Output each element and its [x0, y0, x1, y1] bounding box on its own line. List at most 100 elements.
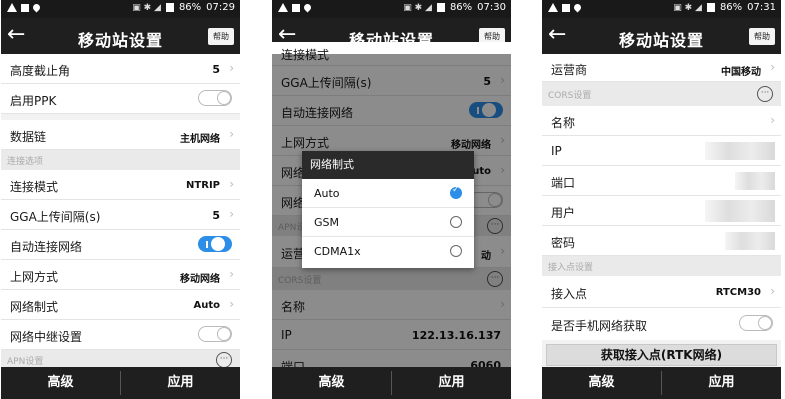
mountpoint-row[interactable]: 接入点 RTCM30 ›	[542, 276, 781, 308]
phone-screen-2: ▣ ✱ ◢ 86% 07:30 ← 移动站设置 帮助 连接模式 GGA上传间隔(s)…	[272, 0, 511, 399]
option-cdma1x[interactable]: CDMA1x	[302, 237, 474, 266]
network-format-dialog: 网络制式 Auto GSM CDMA1x	[302, 151, 474, 268]
redacted-value	[735, 172, 775, 190]
battery-icon	[165, 3, 174, 12]
row-value: RTCM30	[715, 287, 761, 298]
advanced-button[interactable]: 高级	[272, 367, 391, 399]
option-gsm[interactable]: GSM	[302, 208, 474, 237]
port-row[interactable]: 端口	[542, 166, 781, 196]
chevron-right-icon: ›	[229, 177, 234, 191]
row-value: 5	[212, 209, 220, 222]
elevation-mask-row[interactable]: 高度截止角 5 ›	[1, 54, 240, 84]
chevron-right-icon: ›	[770, 113, 775, 127]
row-label: 名称	[551, 116, 576, 130]
ip-row[interactable]: IP	[542, 136, 781, 166]
page-title: 移动站设置	[618, 31, 704, 50]
chevron-right-icon: ›	[229, 207, 234, 221]
clock: 07:29	[206, 2, 235, 13]
row-value: NTRIP	[186, 180, 220, 191]
network-relay-row: 网络中继设置	[1, 320, 240, 350]
clock: 07:30	[477, 2, 506, 13]
phone-network-row: 是否手机网络获取	[542, 308, 781, 340]
location-icon	[302, 2, 313, 13]
enable-ppk-row: 启用PPK	[1, 84, 240, 114]
signal-icons: ▣ ✱ ◢	[673, 2, 702, 13]
more-options-icon[interactable]: ···	[216, 352, 232, 368]
gga-interval-row[interactable]: GGA上传间隔(s) 5 ›	[1, 200, 240, 230]
status-bar: ▣ ✱ ◢ 86% 07:31	[542, 0, 781, 18]
chevron-right-icon: ›	[229, 297, 234, 311]
radio-unchecked-icon[interactable]	[450, 216, 462, 228]
get-mountpoint-button[interactable]: 获取接入点(RTK网络)	[546, 344, 777, 366]
chevron-right-icon: ›	[770, 284, 775, 298]
notification-icon	[21, 3, 29, 12]
password-row[interactable]: 密码	[542, 226, 781, 256]
apply-button[interactable]: 应用	[662, 367, 781, 399]
page-title: 移动站设置	[77, 31, 163, 50]
notification-icon	[562, 3, 570, 12]
bottom-bar: 高级 应用	[272, 367, 511, 399]
row-label: 数据链	[10, 130, 47, 144]
phone-screen-1: ▣ ✱ ◢ 86% 07:29 ← 移动站设置 帮助 高度截止角 5 › 启用PPK…	[1, 0, 240, 399]
row-label: 接入点	[551, 287, 588, 301]
notification-icon	[292, 3, 300, 12]
section-header: CORS设置 ···	[542, 82, 781, 106]
row-label: 用户	[551, 206, 576, 220]
row-value: 主机网络	[180, 134, 220, 145]
row-label: 高度截止角	[10, 64, 71, 78]
row-value: 5	[212, 63, 220, 76]
section-header: 接入点设置	[542, 256, 781, 276]
row-label: 密码	[551, 236, 576, 250]
section-header: 连接选项	[1, 150, 240, 170]
clock: 07:31	[747, 2, 776, 13]
apply-button[interactable]: 应用	[392, 367, 511, 399]
row-label: 是否手机网络获取	[551, 319, 648, 333]
advanced-button[interactable]: 高级	[542, 367, 661, 399]
title-bar: ← 移动站设置 帮助	[542, 18, 781, 54]
location-icon	[572, 2, 583, 13]
operator-row[interactable]: 运营商 中国移动 ›	[542, 54, 781, 82]
user-row[interactable]: 用户	[542, 196, 781, 226]
datalink-row[interactable]: 数据链 主机网络 ›	[1, 120, 240, 150]
more-options-icon[interactable]: ···	[757, 86, 773, 102]
dialog-title: 网络制式	[302, 151, 474, 179]
chevron-right-icon: ›	[770, 60, 775, 74]
signal-icons: ▣ ✱ ◢	[132, 2, 161, 13]
status-bar: ▣ ✱ ◢ 86% 07:30	[272, 0, 511, 18]
radio-checked-icon[interactable]	[450, 185, 462, 199]
row-label: 连接模式	[10, 180, 59, 194]
auto-connect-row: 自动连接网络	[1, 230, 240, 260]
warning-icon	[278, 3, 288, 12]
battery-icon	[706, 3, 715, 12]
help-button[interactable]: 帮助	[208, 28, 234, 45]
chevron-right-icon: ›	[229, 127, 234, 141]
conn-mode-row[interactable]: 连接模式 NTRIP ›	[1, 170, 240, 200]
title-bar: ← 移动站设置 帮助	[1, 18, 240, 54]
name-row[interactable]: 名称 ›	[542, 106, 781, 136]
ppk-toggle[interactable]	[198, 90, 232, 106]
advanced-button[interactable]: 高级	[1, 367, 120, 399]
network-relay-toggle[interactable]	[198, 326, 232, 342]
row-label: GGA上传间隔(s)	[10, 210, 101, 224]
radio-unchecked-icon[interactable]	[450, 245, 462, 257]
signal-icons: ▣ ✱ ◢	[403, 2, 432, 13]
redacted-value	[705, 142, 775, 160]
bottom-bar: 高级 应用	[542, 367, 781, 399]
help-button[interactable]: 帮助	[749, 28, 775, 45]
row-label: 网络制式	[10, 300, 59, 314]
redacted-value	[705, 200, 775, 222]
row-label: 运营商	[551, 63, 588, 77]
row-label: 网络中继设置	[10, 330, 83, 344]
battery-icon	[436, 3, 445, 12]
warning-icon	[548, 3, 558, 12]
apply-button[interactable]: 应用	[121, 367, 240, 399]
row-label: 自动连接网络	[10, 240, 83, 254]
bottom-bar: 高级 应用	[1, 367, 240, 399]
row-label: 启用PPK	[10, 94, 57, 108]
network-format-row[interactable]: 网络制式 Auto ›	[1, 290, 240, 320]
battery-level: 86%	[449, 2, 473, 13]
option-auto[interactable]: Auto	[302, 179, 474, 208]
phone-network-toggle[interactable]	[739, 315, 773, 331]
internet-mode-row[interactable]: 上网方式 移动网络 ›	[1, 260, 240, 290]
auto-connect-toggle[interactable]	[198, 236, 232, 252]
